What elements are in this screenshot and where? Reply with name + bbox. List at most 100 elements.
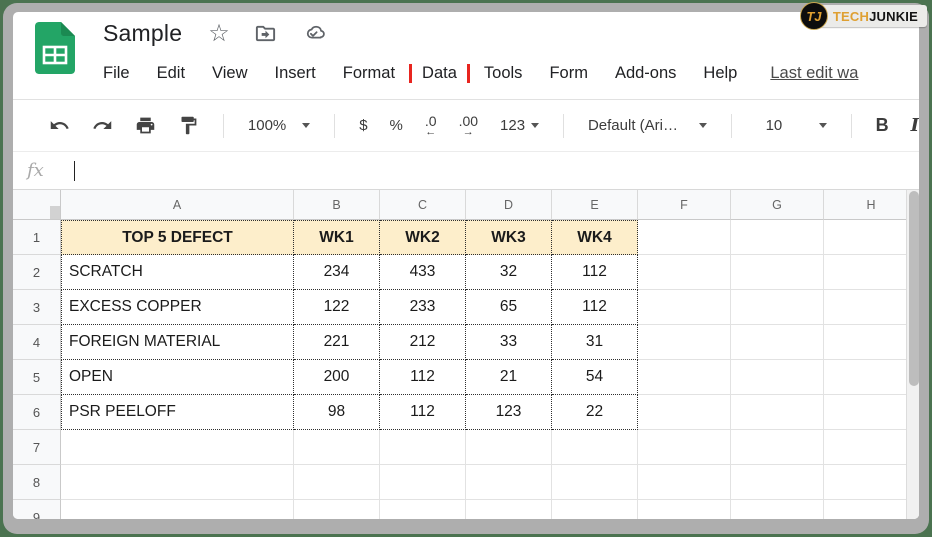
cell-H9[interactable] (824, 500, 919, 519)
cell-D7[interactable] (466, 430, 552, 465)
cell-B4[interactable]: 221 (294, 325, 380, 360)
cell-G6[interactable] (731, 395, 824, 430)
row-header-2[interactable]: 2 (13, 255, 61, 290)
cell-H1[interactable] (824, 220, 919, 255)
formula-bar[interactable]: fx (13, 152, 919, 190)
select-all-corner[interactable] (13, 190, 61, 220)
col-header-E[interactable]: E (552, 190, 638, 220)
cell-B8[interactable] (294, 465, 380, 500)
cell-E9[interactable] (552, 500, 638, 519)
cell-A6[interactable]: PSR PEELOFF (61, 395, 294, 430)
cell-A2[interactable]: SCRATCH (61, 255, 294, 290)
zoom-dropdown[interactable]: 100% (248, 117, 310, 134)
cell-B1[interactable]: WK1 (294, 220, 380, 255)
cell-C8[interactable] (380, 465, 466, 500)
col-header-B[interactable]: B (294, 190, 380, 220)
row-header-3[interactable]: 3 (13, 290, 61, 325)
cell-F1[interactable] (638, 220, 731, 255)
menu-item-form[interactable]: Form (549, 64, 588, 83)
cell-F2[interactable] (638, 255, 731, 290)
menu-item-file[interactable]: File (103, 64, 130, 83)
cell-E2[interactable]: 112 (552, 255, 638, 290)
row-header-7[interactable]: 7 (13, 430, 61, 465)
cell-H8[interactable] (824, 465, 919, 500)
cell-C2[interactable]: 433 (380, 255, 466, 290)
cell-A4[interactable]: FOREIGN MATERIAL (61, 325, 294, 360)
cell-A1[interactable]: TOP 5 DEFECT (61, 220, 294, 255)
undo-button[interactable] (49, 115, 70, 137)
cell-C6[interactable]: 112 (380, 395, 466, 430)
more-formats-dropdown[interactable]: 123 (500, 117, 539, 134)
cell-C1[interactable]: WK2 (380, 220, 466, 255)
cell-F7[interactable] (638, 430, 731, 465)
cell-A5[interactable]: OPEN (61, 360, 294, 395)
cell-D5[interactable]: 21 (466, 360, 552, 395)
cell-G3[interactable] (731, 290, 824, 325)
cell-D1[interactable]: WK3 (466, 220, 552, 255)
cell-H5[interactable] (824, 360, 919, 395)
italic-button[interactable]: I (911, 115, 919, 136)
cell-D2[interactable]: 32 (466, 255, 552, 290)
cell-B9[interactable] (294, 500, 380, 519)
cell-A9[interactable] (61, 500, 294, 519)
cell-H7[interactable] (824, 430, 919, 465)
cell-F5[interactable] (638, 360, 731, 395)
col-header-F[interactable]: F (638, 190, 731, 220)
cell-H3[interactable] (824, 290, 919, 325)
cell-D8[interactable] (466, 465, 552, 500)
cell-A8[interactable] (61, 465, 294, 500)
cell-E3[interactable]: 112 (552, 290, 638, 325)
bold-button[interactable]: B (876, 115, 889, 136)
row-header-1[interactable]: 1 (13, 220, 61, 255)
cell-B2[interactable]: 234 (294, 255, 380, 290)
move-folder-icon[interactable] (254, 22, 277, 45)
cell-G5[interactable] (731, 360, 824, 395)
cell-G2[interactable] (731, 255, 824, 290)
cell-G7[interactable] (731, 430, 824, 465)
menu-item-add-ons[interactable]: Add-ons (615, 64, 676, 83)
vertical-scrollbar[interactable] (906, 190, 919, 519)
cell-C9[interactable] (380, 500, 466, 519)
menu-item-insert[interactable]: Insert (275, 64, 316, 83)
menu-item-tools[interactable]: Tools (484, 64, 523, 83)
cell-G8[interactable] (731, 465, 824, 500)
col-header-G[interactable]: G (731, 190, 824, 220)
cell-H6[interactable] (824, 395, 919, 430)
cell-D9[interactable] (466, 500, 552, 519)
font-dropdown[interactable]: Default (Ari… (588, 117, 707, 134)
cell-E8[interactable] (552, 465, 638, 500)
cell-G9[interactable] (731, 500, 824, 519)
row-header-8[interactable]: 8 (13, 465, 61, 500)
font-size-dropdown[interactable]: 10 (756, 117, 827, 134)
menu-item-data[interactable]: Data (409, 64, 470, 83)
col-header-A[interactable]: A (61, 190, 294, 220)
cell-G4[interactable] (731, 325, 824, 360)
star-icon[interactable]: ☆ (208, 22, 230, 46)
scrollbar-thumb[interactable] (909, 191, 919, 386)
cell-A3[interactable]: EXCESS COPPER (61, 290, 294, 325)
cell-A7[interactable] (61, 430, 294, 465)
col-header-C[interactable]: C (380, 190, 466, 220)
menu-item-view[interactable]: View (212, 64, 247, 83)
cell-D4[interactable]: 33 (466, 325, 552, 360)
col-header-H[interactable]: H (824, 190, 919, 220)
cell-B7[interactable] (294, 430, 380, 465)
cell-G1[interactable] (731, 220, 824, 255)
cell-E6[interactable]: 22 (552, 395, 638, 430)
paint-format-button[interactable] (178, 115, 199, 137)
cell-H2[interactable] (824, 255, 919, 290)
cell-F8[interactable] (638, 465, 731, 500)
cell-C3[interactable]: 233 (380, 290, 466, 325)
cell-B6[interactable]: 98 (294, 395, 380, 430)
cell-D3[interactable]: 65 (466, 290, 552, 325)
currency-format-button[interactable]: $ (359, 117, 367, 134)
print-button[interactable] (135, 115, 156, 137)
cell-E1[interactable]: WK4 (552, 220, 638, 255)
row-header-9[interactable]: 9 (13, 500, 61, 519)
increase-decimal-button[interactable]: .00 → (459, 114, 478, 138)
menu-item-edit[interactable]: Edit (157, 64, 185, 83)
cell-C4[interactable]: 212 (380, 325, 466, 360)
document-title[interactable]: Sample (103, 20, 182, 47)
cell-F3[interactable] (638, 290, 731, 325)
cell-C5[interactable]: 112 (380, 360, 466, 395)
